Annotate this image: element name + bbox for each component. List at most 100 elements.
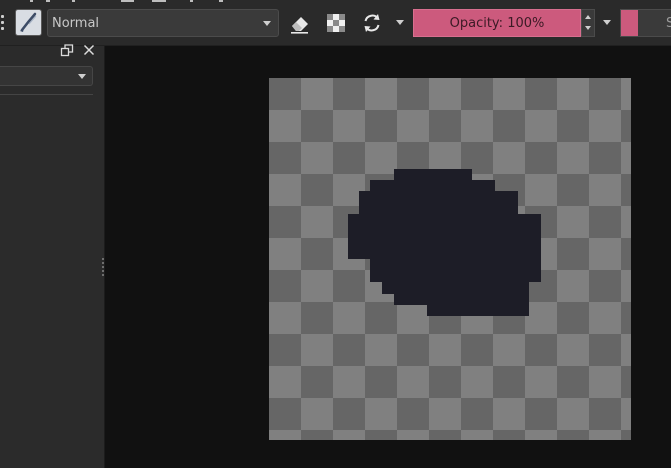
- checker-cell: [621, 142, 631, 174]
- checker-cell: [621, 174, 631, 206]
- checker-cell: [621, 334, 631, 366]
- checker-cell: [525, 142, 557, 174]
- chevron-down-icon[interactable]: [603, 20, 611, 25]
- checker-cell: [269, 238, 301, 270]
- checker-cell: [365, 366, 397, 398]
- chevron-up-icon[interactable]: [585, 15, 591, 19]
- reload-icon: [364, 14, 380, 32]
- checker-cell: [397, 78, 429, 110]
- checker-cell: [397, 366, 429, 398]
- checker-cell: [333, 142, 365, 174]
- checker-cell: [461, 334, 493, 366]
- chevron-down-icon[interactable]: [585, 26, 591, 30]
- checker-cell: [301, 174, 333, 206]
- checker-cell: [493, 78, 525, 110]
- checker-cell: [397, 334, 429, 366]
- checker-cell: [621, 110, 631, 142]
- image-canvas[interactable]: [269, 78, 631, 440]
- checker-cell: [525, 110, 557, 142]
- checker-cell: [589, 366, 621, 398]
- checker-cell: [365, 302, 397, 334]
- size-label-fragment: S: [666, 16, 671, 31]
- checkerboard-icon: [327, 14, 345, 32]
- checker-cell: [557, 174, 589, 206]
- checker-cell: [525, 398, 557, 430]
- checker-cell: [333, 366, 365, 398]
- window-title-fragment: [0, 0, 260, 6]
- docker-resize-handle[interactable]: [101, 258, 104, 276]
- checker-cell: [301, 398, 333, 430]
- chevron-down-icon: [78, 74, 86, 79]
- checker-cell: [621, 78, 631, 110]
- checker-cell: [429, 398, 461, 430]
- checker-cell: [557, 206, 589, 238]
- checker-cell: [301, 366, 333, 398]
- checker-cell: [557, 238, 589, 270]
- preserve-alpha-button[interactable]: [322, 9, 350, 37]
- checker-cell: [493, 398, 525, 430]
- checker-cell: [621, 206, 631, 238]
- opacity-slider[interactable]: Opacity: 100%: [413, 9, 581, 37]
- blend-mode-select[interactable]: Normal: [47, 9, 279, 37]
- checker-cell: [493, 430, 525, 440]
- checker-cell: [493, 334, 525, 366]
- checker-cell: [557, 430, 589, 440]
- checker-cell: [301, 78, 333, 110]
- checker-cell: [589, 398, 621, 430]
- vertical-dots-icon[interactable]: [0, 12, 6, 34]
- checker-cell: [589, 78, 621, 110]
- checker-cell: [301, 270, 333, 302]
- checker-cell: [589, 430, 621, 440]
- checker-cell: [301, 206, 333, 238]
- checker-cell: [525, 366, 557, 398]
- checker-cell: [333, 110, 365, 142]
- opacity-spinbox-arrows[interactable]: [581, 9, 595, 37]
- checker-cell: [429, 110, 461, 142]
- checker-cell: [301, 142, 333, 174]
- blend-mode-value: Normal: [52, 16, 100, 31]
- checker-cell: [493, 366, 525, 398]
- checker-cell: [269, 430, 301, 440]
- chevron-down-icon[interactable]: [396, 20, 404, 25]
- checker-cell: [589, 206, 621, 238]
- checker-cell: [333, 398, 365, 430]
- checker-cell: [397, 302, 429, 334]
- checker-cell: [525, 334, 557, 366]
- checker-cell: [621, 366, 631, 398]
- checker-cell: [525, 174, 557, 206]
- checker-cell: [269, 302, 301, 334]
- checker-cell: [589, 110, 621, 142]
- checker-cell: [589, 142, 621, 174]
- checker-cell: [557, 398, 589, 430]
- checker-cell: [333, 78, 365, 110]
- checker-cell: [301, 430, 333, 440]
- checker-cell: [429, 334, 461, 366]
- chevron-down-icon: [263, 21, 271, 26]
- checker-cell: [301, 302, 333, 334]
- checker-cell: [557, 366, 589, 398]
- checker-cell: [365, 334, 397, 366]
- checker-cell: [621, 398, 631, 430]
- checker-cell: [429, 430, 461, 440]
- checker-cell: [557, 334, 589, 366]
- float-window-icon: [60, 44, 74, 57]
- checker-cell: [525, 78, 557, 110]
- brush-size-slider[interactable]: S: [620, 9, 671, 37]
- checker-cell: [621, 238, 631, 270]
- checker-cell: [557, 302, 589, 334]
- brush-preset-icon: [20, 12, 37, 32]
- docker-close-button[interactable]: [82, 42, 96, 56]
- reload-preset-button[interactable]: [358, 9, 386, 37]
- brush-preset-button[interactable]: [15, 9, 42, 36]
- checker-cell: [621, 430, 631, 440]
- checker-cell: [333, 334, 365, 366]
- checker-cell: [589, 270, 621, 302]
- docker-dropdown[interactable]: [0, 66, 93, 86]
- docker-float-button[interactable]: [60, 42, 74, 57]
- checker-cell: [269, 142, 301, 174]
- checker-cell: [461, 366, 493, 398]
- checker-cell: [589, 334, 621, 366]
- eraser-mode-button[interactable]: [286, 9, 314, 37]
- slider-fill: [621, 10, 638, 36]
- checker-cell: [493, 142, 525, 174]
